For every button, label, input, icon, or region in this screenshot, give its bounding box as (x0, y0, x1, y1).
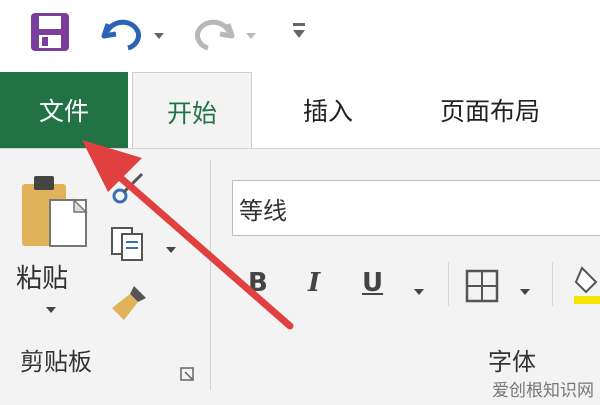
font-group-label: 字体 (488, 348, 536, 376)
undo-dropdown-icon[interactable] (152, 26, 166, 39)
customize-toolbar-icon[interactable] (290, 20, 308, 42)
paste-label[interactable]: 粘贴 (16, 258, 68, 295)
borders-dropdown-icon[interactable] (518, 282, 532, 295)
redo-dropdown-icon[interactable] (244, 26, 258, 39)
redo-icon[interactable] (192, 12, 236, 52)
watermark: 爱创根知识网 (492, 381, 594, 401)
clipboard-group-label: 剪贴板 (20, 348, 92, 376)
arrow-icon (70, 130, 300, 340)
underline-dropdown-icon[interactable] (412, 282, 426, 295)
tab-page-layout[interactable]: 页面布局 (420, 72, 560, 148)
font-separator (448, 262, 449, 306)
italic-button[interactable]: I (308, 268, 320, 298)
underline-button[interactable]: U (362, 268, 383, 298)
tab-insert[interactable]: 插入 (288, 72, 368, 148)
font-separator-2 (552, 262, 553, 306)
fill-color-icon[interactable] (574, 264, 600, 308)
borders-icon[interactable] (464, 268, 500, 304)
undo-icon[interactable] (100, 12, 144, 52)
clipboard-launcher-icon[interactable] (180, 366, 194, 381)
paste-dropdown-icon[interactable] (44, 300, 58, 313)
quick-access-toolbar (0, 0, 600, 72)
save-icon[interactable] (28, 10, 72, 54)
